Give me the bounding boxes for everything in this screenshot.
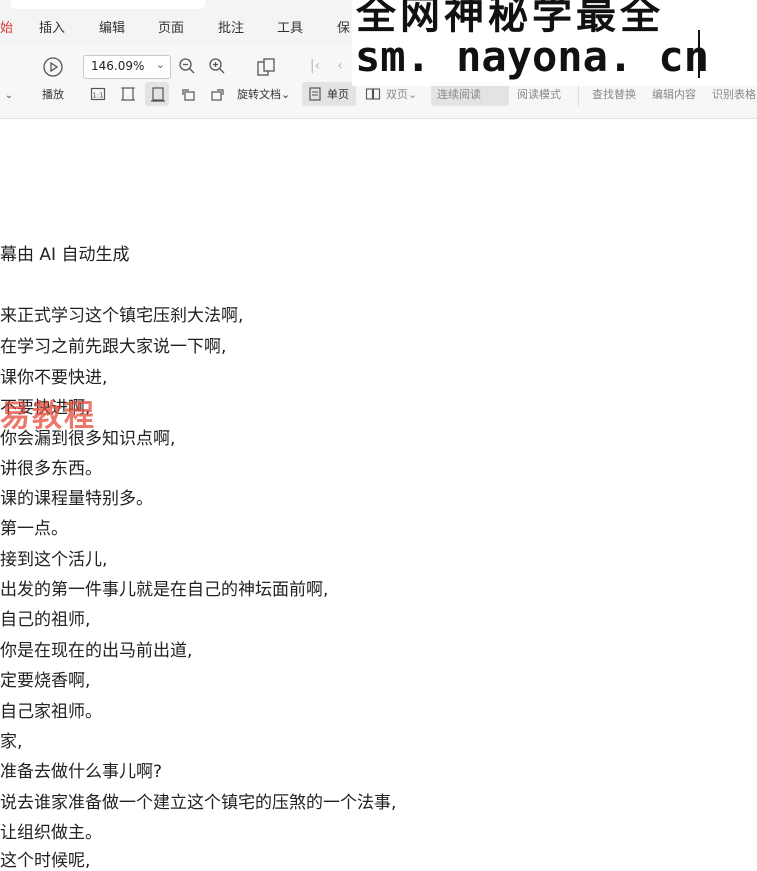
tab-protect[interactable]: 保 (337, 17, 350, 36)
zoom-select[interactable]: 146.09% ⌄ (83, 55, 171, 79)
zoom-in-icon[interactable] (208, 57, 226, 75)
stamp-watermark: 易教程 (0, 399, 96, 434)
document-line: 自己家祖师。 (0, 702, 102, 722)
document-line: 课的课程量特别多。 (0, 489, 153, 509)
continuous-reading-button[interactable]: 连续阅读 (437, 86, 481, 102)
document-line: 你是在现在的出马前出道, (0, 641, 193, 661)
double-page-button[interactable]: 双页⌄ (386, 86, 417, 102)
find-replace-button[interactable]: 查找替换 (592, 86, 636, 102)
document-line: 课你不要快进, (0, 368, 108, 388)
document-line: 来正式学习这个镇宅压刹大法啊, (0, 306, 244, 326)
svg-text:1:1: 1:1 (92, 92, 103, 100)
play-label[interactable]: 播放 (42, 86, 64, 102)
reading-mode-button[interactable]: 阅读模式 (517, 86, 561, 102)
toolbar-divider (578, 84, 579, 106)
document-line: 第一点。 (0, 519, 68, 539)
active-tab-highlight (10, 0, 205, 9)
tab-edit[interactable]: 编辑 (99, 17, 125, 36)
rotate-left-icon[interactable] (179, 86, 197, 104)
prev-page-icon[interactable]: ‹ (331, 57, 349, 75)
edit-content-button[interactable]: 编辑内容 (652, 86, 696, 102)
document-line: 家, (0, 732, 23, 752)
tab-insert[interactable]: 插入 (39, 17, 65, 36)
fit-page-icon[interactable] (119, 86, 137, 104)
document-line: 幕由 AI 自动生成 (0, 245, 130, 265)
actual-size-icon[interactable]: 1:1 (89, 86, 107, 104)
rotate-document-label: 旋转文档 (237, 88, 281, 101)
zoom-value: 146.09% (91, 59, 145, 73)
document-line: 在学习之前先跟大家说一下啊, (0, 337, 227, 357)
document-line: 让组织做主。 (0, 823, 102, 843)
tab-page[interactable]: 页面 (158, 17, 184, 36)
double-page-icon[interactable] (364, 86, 382, 104)
document-line: 这个时候呢, (0, 851, 91, 871)
document-line: 接到这个活儿, (0, 550, 108, 570)
document-line: 出发的第一件事儿就是在自己的神坛面前啊, (0, 580, 329, 600)
text-caret (698, 30, 700, 78)
tab-start[interactable]: 始 (0, 17, 13, 36)
first-page-icon[interactable]: |‹ (306, 57, 324, 75)
tab-comment[interactable]: 批注 (218, 17, 244, 36)
chevron-down-icon[interactable]: ⌄ (0, 87, 18, 105)
document-line: 自己的祖师, (0, 610, 91, 630)
double-page-label: 双页 (386, 88, 408, 101)
document-line: 说去谁家准备做一个建立这个镇宅的压煞的一个法事, (0, 793, 397, 813)
page-sync-icon[interactable] (255, 56, 277, 78)
single-page-icon[interactable] (306, 86, 324, 104)
document-line: 讲很多东西。 (0, 459, 102, 479)
chevron-down-icon: ⌄ (155, 58, 165, 71)
fit-width-icon[interactable] (149, 86, 167, 104)
rotate-document-button[interactable]: 旋转文档⌄ (237, 86, 290, 102)
rotate-right-icon[interactable] (209, 86, 227, 104)
zoom-out-icon[interactable] (178, 57, 196, 75)
play-icon[interactable] (42, 56, 64, 78)
tab-tools[interactable]: 工具 (277, 17, 303, 36)
single-page-label[interactable]: 单页 (327, 86, 349, 102)
watermark-line-2: sm. nayona. cn (355, 32, 710, 81)
document-line: 准备去做什么事儿啊? (0, 762, 163, 782)
document-line: 定要烧香啊, (0, 671, 91, 691)
recognize-table-button[interactable]: 识别表格 (712, 86, 756, 102)
